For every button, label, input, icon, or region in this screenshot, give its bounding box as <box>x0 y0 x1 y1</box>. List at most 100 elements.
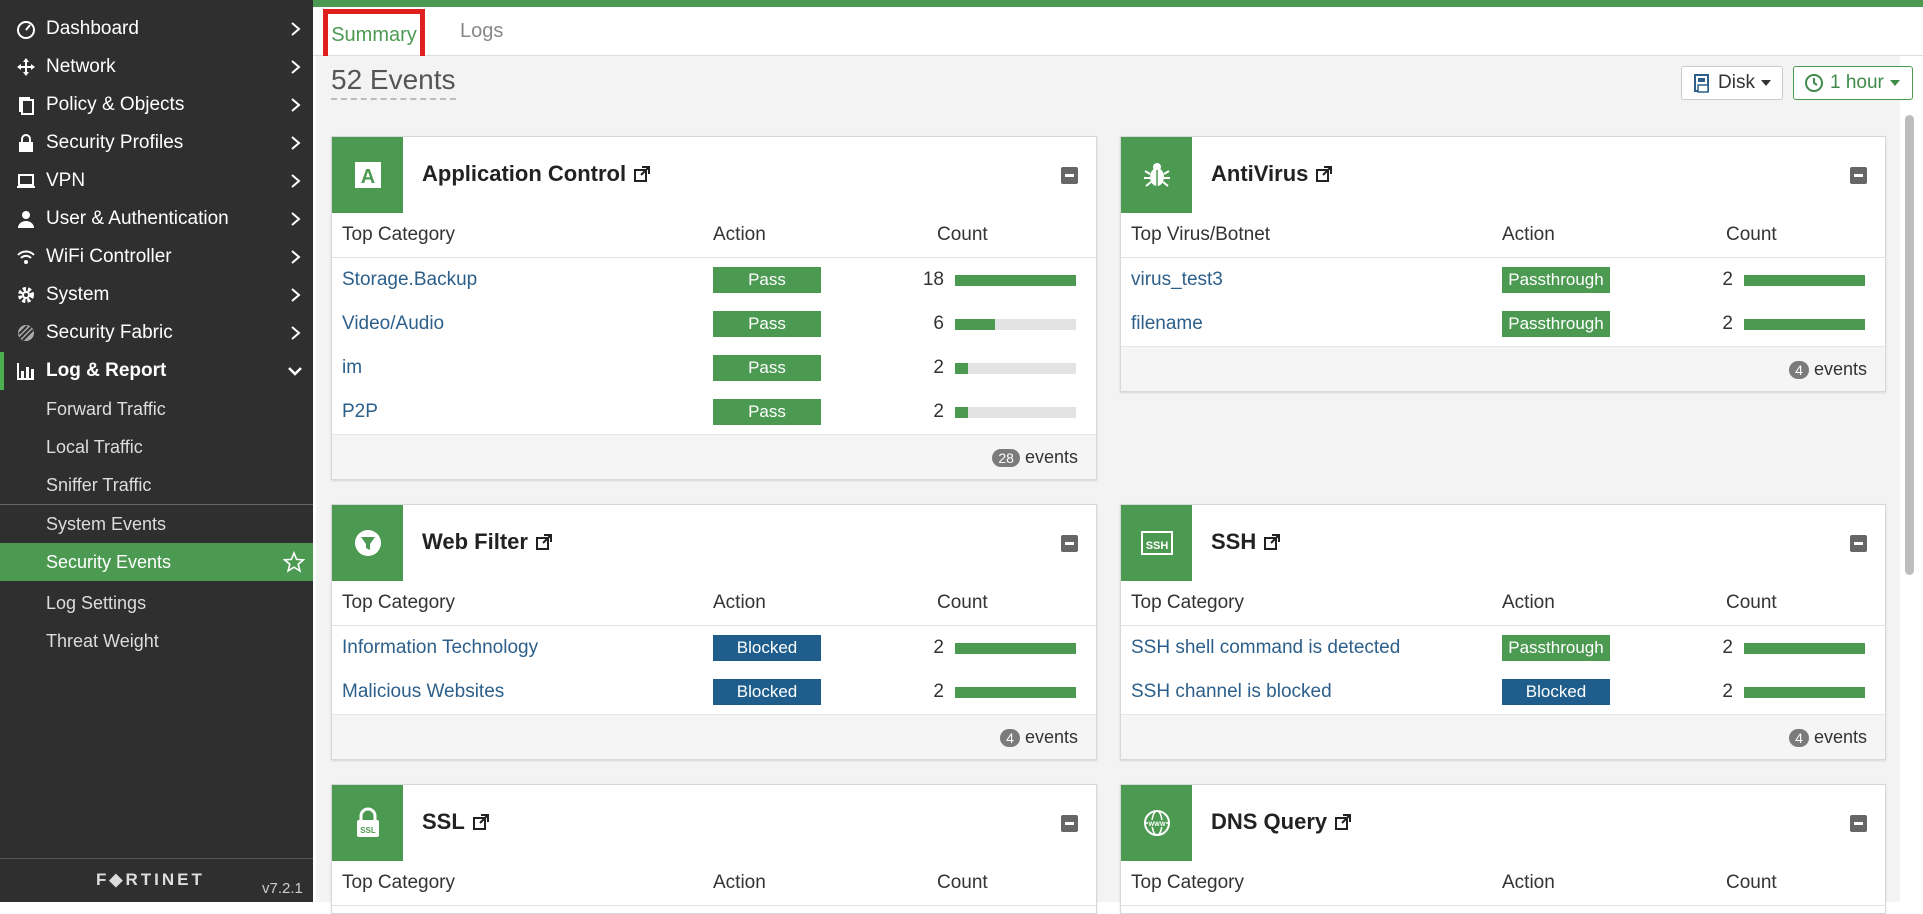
card-title[interactable]: SSH <box>1211 529 1281 555</box>
events-link[interactable]: 28 events <box>992 447 1078 468</box>
tab-label: Logs <box>460 19 504 42</box>
sidebar-subitem-forward-traffic[interactable]: Forward Traffic <box>0 390 313 428</box>
collapse-button[interactable] <box>1850 167 1867 184</box>
row-name-link[interactable]: SSH shell command is detected <box>1131 637 1400 659</box>
collapse-button[interactable] <box>1061 535 1078 552</box>
external-link-icon[interactable] <box>634 166 651 182</box>
disk-dropdown[interactable]: Disk <box>1681 66 1783 100</box>
table-row[interactable]: P2P Pass 2 <box>332 390 1096 435</box>
sidebar-subitem-log-settings[interactable]: Log Settings <box>0 584 313 622</box>
sidebar-subitem-sniffer-traffic[interactable]: Sniffer Traffic <box>0 466 313 504</box>
column-header[interactable]: Top Virus/Botnet <box>1131 224 1270 246</box>
row-name-link[interactable]: SSH channel is blocked <box>1131 681 1332 703</box>
collapse-button[interactable] <box>1061 815 1078 832</box>
wifi-icon <box>14 247 38 267</box>
sidebar-item-security-fabric[interactable]: Security Fabric <box>0 314 313 352</box>
tab-summary[interactable]: Summary <box>323 9 425 61</box>
column-header[interactable]: Action <box>1502 592 1555 614</box>
sidebar-item-policy-objects[interactable]: Policy & Objects <box>0 86 313 124</box>
card-title[interactable]: Web Filter <box>422 529 552 555</box>
sidebar-subitem-label: Threat Weight <box>46 630 159 651</box>
scrollbar-thumb[interactable] <box>1905 115 1914 575</box>
row-name-link[interactable]: virus_test3 <box>1131 269 1223 291</box>
table-header: Top Category Action Count <box>1121 581 1885 626</box>
table-row[interactable]: Malicious Websites Blocked 2 <box>332 670 1096 715</box>
collapse-button[interactable] <box>1850 815 1867 832</box>
table-row[interactable]: SSH shell command is detected Passthroug… <box>1121 626 1885 671</box>
column-header[interactable]: Top Category <box>342 592 455 614</box>
external-link-icon[interactable] <box>1335 814 1352 830</box>
sidebar-item-vpn[interactable]: VPN <box>0 162 313 200</box>
events-title[interactable]: 52 Events <box>331 64 456 100</box>
events-label: events <box>1024 727 1078 747</box>
row-name-link[interactable]: Storage.Backup <box>342 269 477 291</box>
sidebar-item-wifi-controller[interactable]: WiFi Controller <box>0 238 313 276</box>
sidebar-subitem-system-events[interactable]: System Events <box>0 505 313 543</box>
star-icon[interactable] <box>282 550 306 578</box>
column-header[interactable]: Action <box>1502 224 1555 246</box>
column-header[interactable]: Top Category <box>342 872 455 894</box>
external-link-icon[interactable] <box>472 814 489 830</box>
card-title-text: AntiVirus <box>1211 161 1309 186</box>
external-link-icon[interactable] <box>1264 534 1281 550</box>
events-link[interactable]: 4 events <box>1789 727 1867 748</box>
column-header[interactable]: Top Category <box>342 224 455 246</box>
events-link[interactable]: 4 events <box>1000 727 1078 748</box>
table-row[interactable]: Storage.Backup Pass 18 <box>332 258 1096 303</box>
count-bar-fill <box>1744 687 1865 698</box>
external-link-icon[interactable] <box>535 534 552 550</box>
sidebar-item-security-profiles[interactable]: Security Profiles <box>0 124 313 162</box>
row-count: 6 <box>933 313 944 334</box>
count-bar-fill <box>955 407 969 418</box>
card-title[interactable]: SSL <box>422 809 489 835</box>
sidebar-item-label: Log & Report <box>46 360 167 381</box>
sidebar-subitem-local-traffic[interactable]: Local Traffic <box>0 428 313 466</box>
events-count-badge: 4 <box>1000 728 1020 747</box>
time-range-dropdown[interactable]: 1 hour <box>1793 66 1913 100</box>
column-header[interactable]: Action <box>713 592 766 614</box>
ssh-card: SSH SSH Top Category Action Count SSH sh… <box>1120 504 1886 760</box>
tab-logs[interactable]: Logs <box>460 7 503 55</box>
events-link[interactable]: 4 events <box>1789 359 1867 380</box>
card-title[interactable]: DNS Query <box>1211 809 1352 835</box>
sidebar-subitem-threat-weight[interactable]: Threat Weight <box>0 622 313 660</box>
column-header[interactable]: Action <box>713 872 766 894</box>
table-row[interactable]: im Pass 2 <box>332 346 1096 391</box>
events-label: events <box>1813 359 1867 379</box>
sidebar-item-system[interactable]: System <box>0 276 313 314</box>
row-name-link[interactable]: P2P <box>342 401 378 423</box>
collapse-button[interactable] <box>1850 535 1867 552</box>
card-header: WWW DNS Query <box>1121 785 1885 862</box>
sidebar-subitem-security-events[interactable]: Security Events <box>0 543 313 581</box>
row-name-link[interactable]: filename <box>1131 313 1203 335</box>
sidebar-item-network[interactable]: Network <box>0 48 313 86</box>
row-name-link[interactable]: im <box>342 357 362 379</box>
external-link-icon[interactable] <box>1316 166 1333 182</box>
column-header[interactable]: Count <box>937 872 988 894</box>
table-row[interactable]: Information Technology Blocked 2 <box>332 626 1096 671</box>
sidebar-item-dashboard[interactable]: Dashboard <box>0 10 313 48</box>
row-name-link[interactable]: Malicious Websites <box>342 681 504 703</box>
sidebar-item-log-report[interactable]: Log & Report <box>0 352 313 390</box>
row-name-link[interactable]: Video/Audio <box>342 313 444 335</box>
column-header[interactable]: Count <box>1726 224 1777 246</box>
column-header[interactable]: Count <box>1726 872 1777 894</box>
card-title[interactable]: AntiVirus <box>1211 161 1333 187</box>
column-header[interactable]: Count <box>937 224 988 246</box>
table-row[interactable]: SSH channel is blocked Blocked 2 <box>1121 670 1885 715</box>
row-name-link[interactable]: Information Technology <box>342 637 538 659</box>
action-badge: Pass <box>713 267 821 293</box>
column-header[interactable]: Top Category <box>1131 592 1244 614</box>
chevron-right-icon <box>289 171 303 197</box>
collapse-button[interactable] <box>1061 167 1078 184</box>
column-header[interactable]: Action <box>713 224 766 246</box>
column-header[interactable]: Count <box>937 592 988 614</box>
table-row[interactable]: virus_test3 Passthrough 2 <box>1121 258 1885 303</box>
column-header[interactable]: Top Category <box>1131 872 1244 894</box>
card-title[interactable]: Application Control <box>422 161 651 187</box>
column-header[interactable]: Action <box>1502 872 1555 894</box>
sidebar-item-user-authentication[interactable]: User & Authentication <box>0 200 313 238</box>
table-row[interactable]: Video/Audio Pass 6 <box>332 302 1096 347</box>
table-row[interactable]: filename Passthrough 2 <box>1121 302 1885 347</box>
column-header[interactable]: Count <box>1726 592 1777 614</box>
